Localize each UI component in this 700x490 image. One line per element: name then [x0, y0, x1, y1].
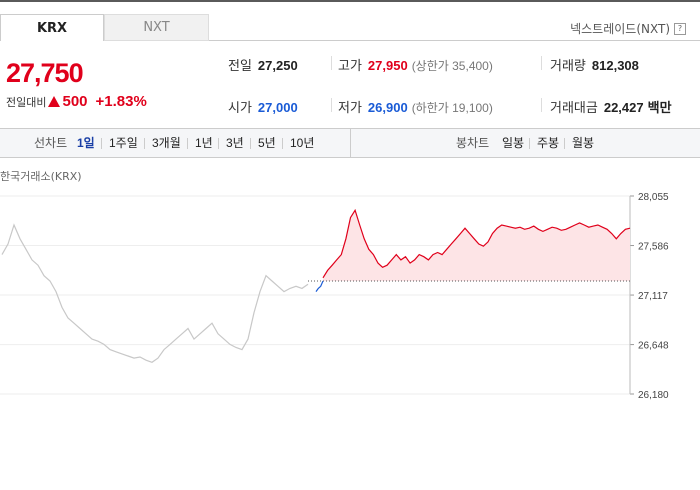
stat-low: 저가 26,900 (하한가 19,100): [338, 97, 493, 116]
pre-open-line: [315, 280, 324, 292]
toolbar-divider: [350, 129, 351, 157]
stat-value: 27,000: [257, 100, 298, 115]
stat-unit: 백만: [647, 100, 672, 115]
tab-divider: [209, 40, 700, 41]
stat-label: 거래대금: [550, 100, 598, 115]
divider: [282, 138, 283, 149]
divider: [250, 138, 251, 149]
period-1d[interactable]: 1일: [77, 129, 95, 157]
candle-monthly[interactable]: 월봉: [572, 129, 594, 157]
period-1w[interactable]: 1주일: [109, 129, 138, 157]
period-1y[interactable]: 1년: [195, 129, 213, 157]
stat-label: 전일: [228, 58, 252, 73]
change-percent: +1.83%: [95, 93, 147, 110]
stat-label: 고가: [338, 58, 362, 73]
change-amount: 500: [62, 93, 88, 110]
period-3y[interactable]: 3년: [226, 129, 244, 157]
divider: [144, 138, 145, 149]
up-triangle-icon: [48, 96, 61, 107]
period-5y[interactable]: 5년: [258, 129, 276, 157]
tab-krx[interactable]: KRX: [0, 14, 104, 41]
period-10y[interactable]: 10년: [290, 129, 314, 157]
divider: [564, 138, 565, 149]
question-icon[interactable]: ?: [674, 22, 686, 35]
divider: [331, 56, 332, 70]
stat-label: 거래량: [550, 58, 586, 73]
exchange-tabs: KRX NXT: [0, 14, 209, 41]
price-change: 전일대비 500 +1.83%: [6, 93, 147, 110]
upper-limit: (상한가 35,400): [411, 59, 493, 73]
stat-volume: 거래량 812,308: [550, 55, 639, 74]
nxt-info-link[interactable]: 넥스트레이드(NXT) ?: [570, 20, 686, 37]
y-tick-label: 27,117: [638, 291, 668, 302]
current-price: 27,750: [6, 58, 84, 88]
divider: [331, 98, 332, 112]
divider: [529, 138, 530, 149]
line-chart-label: 선차트: [34, 136, 68, 150]
divider: [218, 138, 219, 149]
lower-limit: (하한가 19,100): [411, 101, 493, 115]
chart-toolbar: 선차트 1일 1주일 3개월 1년 3년 5년 10년 봉차트 일봉 주봉 월봉: [0, 128, 700, 158]
divider: [101, 138, 102, 149]
stat-label: 시가: [228, 100, 252, 115]
stat-value: 22,427: [603, 100, 644, 115]
divider: [187, 138, 188, 149]
stat-value: 27,250: [257, 58, 298, 73]
period-3m[interactable]: 3개월: [152, 129, 181, 157]
change-label: 전일대비: [6, 96, 47, 109]
nxt-info-label: 넥스트레이드(NXT): [570, 22, 670, 36]
divider: [541, 98, 542, 112]
tab-nxt[interactable]: NXT: [104, 14, 209, 41]
y-tick-label: 28,055: [638, 192, 669, 203]
price-chart: 28,055 27,586 27,117 26,648 26,180: [0, 192, 669, 400]
top-border: [0, 0, 700, 2]
y-tick-label: 26,648: [638, 341, 669, 352]
candle-chart-label: 봉차트: [456, 136, 490, 150]
candle-daily[interactable]: 일봉: [502, 129, 524, 157]
stat-high: 고가 27,950 (상한가 35,400): [338, 55, 493, 74]
y-tick-label: 26,180: [638, 390, 669, 400]
stat-label: 저가: [338, 100, 362, 115]
candle-weekly[interactable]: 주봉: [537, 129, 559, 157]
stat-value: 812,308: [591, 58, 639, 73]
stat-prev-close: 전일 27,250: [228, 55, 298, 74]
y-tick-label: 27,586: [638, 242, 669, 253]
stat-value: 27,950: [367, 58, 408, 73]
divider: [541, 56, 542, 70]
stat-value: 26,900: [367, 100, 408, 115]
stat-open: 시가 27,000: [228, 97, 298, 116]
stat-amount: 거래대금 22,427 백만: [550, 97, 672, 116]
